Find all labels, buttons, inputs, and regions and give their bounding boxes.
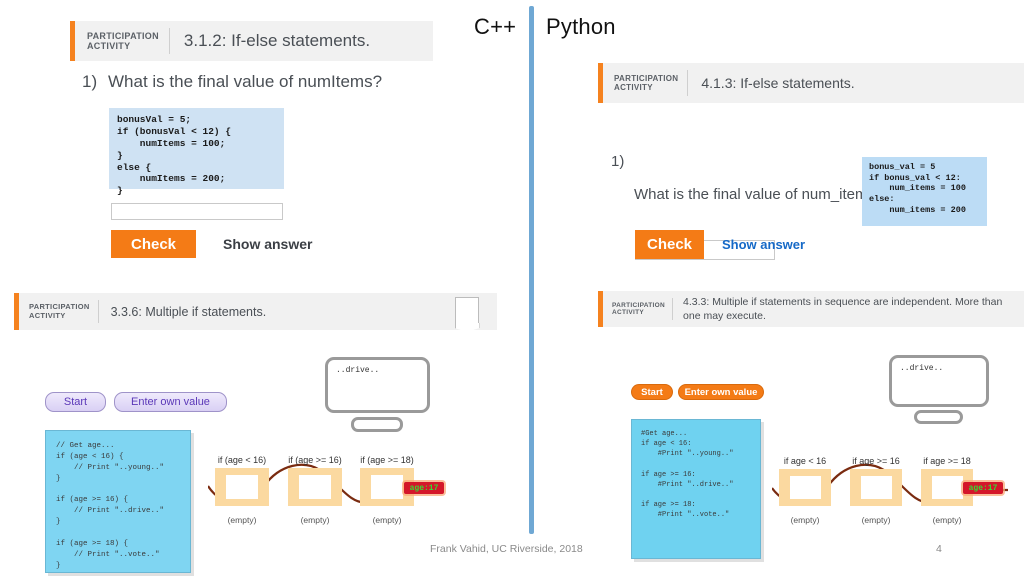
gate-hole (226, 475, 258, 499)
gate-sub-3-cpp: (empty) (372, 515, 402, 525)
gate-label-2-py: if age >= 16 (852, 456, 900, 466)
tag-line-1: PARTICIPATION (614, 73, 679, 83)
activity-header-py-multi-if: PARTICIPATION ACTIVITY 4.3.3: Multiple i… (598, 291, 1024, 327)
gate-box-2-py (850, 469, 902, 506)
question-number: 1) (611, 153, 625, 170)
activity-title: 3.3.6: Multiple if statements. (110, 304, 267, 319)
monitor-output-py: ..drive.. (900, 364, 944, 373)
show-answer-link[interactable]: Show answer (223, 236, 312, 252)
activity-title: 3.1.2: If-else statements. (183, 31, 371, 50)
activity-title: 4.1.3: If-else statements. (701, 75, 855, 91)
check-button[interactable]: Check (111, 230, 196, 258)
activity-header-py-ifelse: PARTICIPATION ACTIVITY 4.1.3: If-else st… (598, 63, 1024, 103)
tag-line-2: ACTIVITY (29, 310, 66, 320)
gate-hole (861, 476, 892, 499)
activity-card-cpp-ifelse: PARTICIPATION ACTIVITY 3.1.2: If-else st… (70, 21, 433, 279)
check-button-py[interactable]: Check (635, 230, 704, 259)
activity-header-cpp-multi-if: PARTICIPATION ACTIVITY 3.3.6: Multiple i… (14, 293, 497, 330)
bookmark-icon[interactable] (455, 297, 479, 323)
column-divider (529, 6, 534, 534)
tag-line-1: PARTICIPATION (87, 30, 159, 41)
monitor-screen-py: ..drive.. (889, 355, 989, 407)
participation-activity-tag: PARTICIPATION ACTIVITY (75, 21, 169, 61)
tag-line-1: PARTICIPATION (612, 301, 666, 309)
activity-header-cpp-ifelse: PARTICIPATION ACTIVITY 3.1.2: If-else st… (70, 21, 433, 61)
gate-hole (371, 475, 403, 499)
gate-sub-1-cpp: (empty) (227, 515, 257, 525)
gate-sub-3-py: (empty) (932, 515, 962, 525)
gate-box-2-cpp (288, 468, 342, 506)
question-text: What is the final value of num_items? (634, 186, 884, 203)
gate-hole (790, 476, 821, 499)
enter-own-value-button-py[interactable]: Enter own value (678, 384, 764, 400)
participation-activity-tag: PARTICIPATION ACTIVITY (603, 63, 687, 103)
monitor-stand-py (914, 410, 963, 424)
language-label-python: Python (546, 14, 616, 39)
tag-line-2: ACTIVITY (614, 83, 653, 92)
gate-label-3-cpp: if (age >= 18) (360, 455, 414, 465)
gate-box-1-py (779, 469, 831, 506)
sim-code-py: #Get age... if age < 16: #Print "..young… (641, 430, 734, 520)
monitor-stand-cpp (351, 417, 403, 432)
gate-label-1-cpp: if (age < 16) (217, 455, 267, 465)
activity-title: 4.3.3: Multiple if statements in sequenc… (683, 295, 1003, 322)
gate-label-1-py: if age < 16 (783, 456, 827, 466)
gate-sub-1-py: (empty) (790, 515, 820, 525)
enter-own-value-button[interactable]: Enter own value (114, 392, 227, 412)
monitor-screen-cpp: ..drive.. (325, 357, 430, 413)
gate-label-3-py: if age >= 18 (923, 456, 971, 466)
gate-box-1-cpp (215, 468, 269, 506)
footer-credit: Frank Vahid, UC Riverside, 2018 (430, 543, 583, 555)
gate-sub-2-py: (empty) (861, 515, 891, 525)
tag-line-2: ACTIVITY (87, 41, 131, 51)
show-answer-link-py[interactable]: Show answer (722, 237, 805, 252)
tag-line-2: ACTIVITY (612, 309, 645, 316)
code-block-cpp-ifelse: bonusVal = 5; if (bonusVal < 12) { numIt… (109, 108, 284, 196)
age-chip-py: age:17 (963, 482, 1003, 494)
footer-page-number: 4 (936, 543, 942, 555)
answer-input[interactable] (111, 203, 283, 220)
start-button[interactable]: Start (45, 392, 106, 412)
start-button-py[interactable]: Start (631, 384, 673, 400)
gate-hole (932, 476, 963, 499)
slide-canvas: C++ Python PARTICIPATION ACTIVITY 3.1.2:… (0, 0, 1024, 576)
monitor-output-cpp: ..drive.. (336, 366, 380, 375)
sim-code-cpp: // Get age... if (age < 16) { // Print "… (56, 442, 165, 570)
code-block-py-ifelse: bonus_val = 5 if bonus_val < 12: num_ite… (862, 157, 987, 226)
age-chip-cpp: age:17 (404, 482, 444, 494)
sim-code-panel-cpp: // Get age... if (age < 16) { // Print "… (45, 430, 191, 573)
activity-body-cpp-ifelse: 1) What is the final value of numItems? … (70, 61, 433, 279)
gate-label-2-cpp: if (age >= 16) (288, 455, 342, 465)
participation-activity-tag: PARTICIPATION ACTIVITY (19, 293, 98, 330)
language-label-cpp: C++ (474, 14, 517, 39)
question-text: What is the final value of numItems? (108, 72, 383, 91)
question-number: 1) (82, 72, 98, 91)
participation-activity-tag: PARTICIPATION ACTIVITY (603, 291, 672, 327)
gate-sub-2-cpp: (empty) (300, 515, 330, 525)
gate-hole (299, 475, 331, 499)
sim-code-panel-py: #Get age... if age < 16: #Print "..young… (631, 419, 761, 559)
